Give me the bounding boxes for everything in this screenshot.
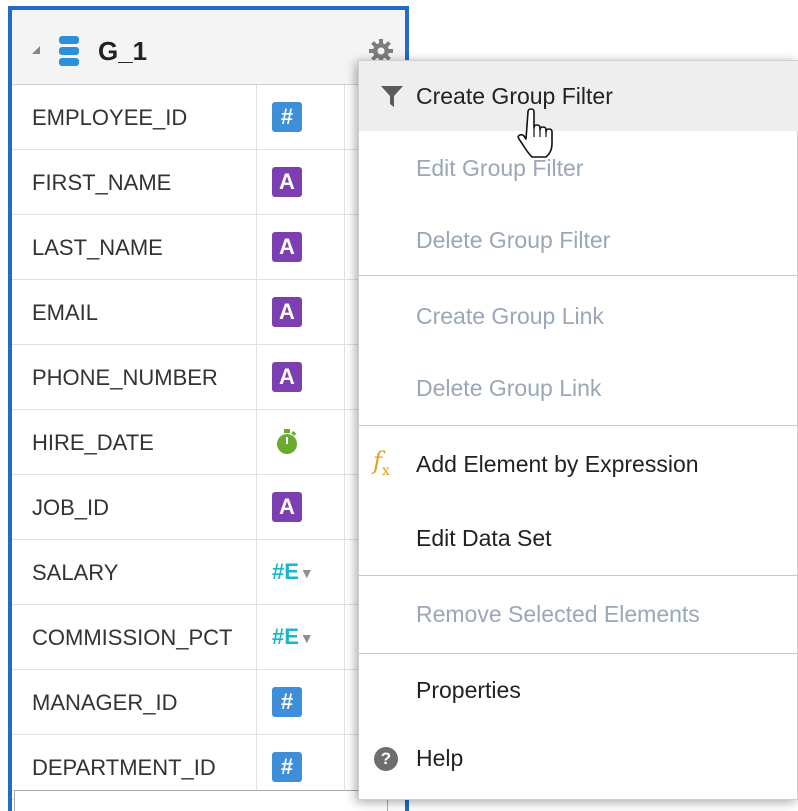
string-type-icon: A xyxy=(272,297,302,327)
element-row[interactable]: JOB_ID A xyxy=(12,475,405,540)
column-divider xyxy=(344,345,345,409)
menu-item-label: Create Group Link xyxy=(416,303,604,329)
menu-item-properties[interactable]: Properties xyxy=(359,655,798,725)
element-row[interactable]: LAST_NAME A xyxy=(12,215,405,280)
dropdown-arrow-icon[interactable]: ▼ xyxy=(300,565,314,581)
group-context-menu: Create Group Filter Edit Group Filter Dele… xyxy=(358,60,798,800)
dropdown-arrow-icon[interactable]: ▼ xyxy=(300,630,314,646)
string-type-icon: A xyxy=(272,167,302,197)
element-name: LAST_NAME xyxy=(32,235,163,260)
string-type-icon: A xyxy=(272,492,302,522)
menu-item-edit-group-filter: Edit Group Filter xyxy=(359,133,798,203)
number-type-icon: # xyxy=(272,687,302,717)
menu-item-label: Delete Group Filter xyxy=(416,227,611,253)
database-icon xyxy=(59,36,79,68)
aggregate-number-icon[interactable]: #E▼ xyxy=(272,622,314,652)
group-title: G_1 xyxy=(98,36,148,66)
menu-item-remove-selected-elements: Remove Selected Elements xyxy=(359,579,798,649)
column-divider xyxy=(256,475,257,539)
hand-cursor-icon xyxy=(517,108,553,158)
column-divider xyxy=(344,215,345,279)
group-header: G_1 xyxy=(12,10,405,85)
element-list: EMPLOYEE_ID # FIRST_NAME A LAST_NAME A EMAIL A P… xyxy=(12,85,405,800)
column-divider xyxy=(256,150,257,214)
element-name: MANAGER_ID xyxy=(32,690,178,715)
column-divider xyxy=(344,150,345,214)
element-row[interactable]: FIRST_NAME A xyxy=(12,150,405,215)
column-divider xyxy=(344,85,345,149)
element-row[interactable]: PHONE_NUMBER A xyxy=(12,345,405,410)
fx-glyph: f xyxy=(373,447,382,475)
menu-item-label: Create Group Filter xyxy=(416,83,613,109)
menu-item-create-group-link: Create Group Link xyxy=(359,281,798,351)
element-name: FIRST_NAME xyxy=(32,170,172,195)
column-divider xyxy=(256,605,257,669)
menu-item-create-group-filter[interactable]: Create Group Filter xyxy=(359,61,798,131)
string-type-icon: A xyxy=(272,232,302,262)
menu-item-label: Delete Group Link xyxy=(416,375,602,401)
menu-separator xyxy=(359,425,798,426)
menu-item-label: Edit Data Set xyxy=(416,525,552,551)
element-row[interactable]: MANAGER_ID # xyxy=(12,670,405,735)
column-divider xyxy=(344,475,345,539)
element-name: JOB_ID xyxy=(32,495,110,520)
menu-item-add-element-by-expression[interactable]: fx Add Element by Expression xyxy=(359,429,798,499)
menu-item-delete-group-link: Delete Group Link xyxy=(359,353,798,423)
element-row[interactable]: EMPLOYEE_ID # xyxy=(12,85,405,150)
column-divider xyxy=(344,540,345,604)
column-divider xyxy=(256,215,257,279)
element-name: PHONE_NUMBER xyxy=(32,365,218,390)
bottom-input-field[interactable] xyxy=(14,790,388,811)
aggregate-glyph: #E xyxy=(272,624,299,649)
element-row[interactable]: HIRE_DATE xyxy=(12,410,405,475)
help-icon: ? xyxy=(374,747,398,771)
menu-separator xyxy=(359,653,798,654)
filter-icon xyxy=(379,83,405,109)
element-row[interactable]: COMMISSION_PCT #E▼ xyxy=(12,605,405,670)
menu-item-label: Add Element by Expression xyxy=(416,451,699,477)
column-divider xyxy=(256,410,257,474)
column-divider xyxy=(344,280,345,344)
menu-item-label: Help xyxy=(416,745,464,771)
column-divider xyxy=(256,540,257,604)
menu-separator xyxy=(359,575,798,576)
element-name: EMAIL xyxy=(32,300,99,325)
fx-icon: fx xyxy=(373,447,399,479)
element-name: HIRE_DATE xyxy=(32,430,154,455)
column-divider xyxy=(256,670,257,734)
menu-item-edit-data-set[interactable]: Edit Data Set xyxy=(359,503,798,573)
column-divider xyxy=(256,280,257,344)
column-divider xyxy=(344,605,345,669)
column-divider xyxy=(256,345,257,409)
menu-item-label: Properties xyxy=(416,677,521,703)
fx-subscript: x xyxy=(381,462,390,479)
menu-separator xyxy=(359,275,798,276)
date-type-icon xyxy=(272,427,302,457)
element-name: EMPLOYEE_ID xyxy=(32,105,188,130)
menu-item-delete-group-filter: Delete Group Filter xyxy=(359,205,798,275)
aggregate-glyph: #E xyxy=(272,559,299,584)
menu-item-help[interactable]: ? Help xyxy=(359,723,798,793)
collapse-triangle-icon[interactable] xyxy=(32,46,40,54)
element-name: COMMISSION_PCT xyxy=(32,625,233,650)
number-type-icon: # xyxy=(272,102,302,132)
aggregate-number-icon[interactable]: #E▼ xyxy=(272,557,314,587)
column-divider xyxy=(256,85,257,149)
element-name: SALARY xyxy=(32,560,119,585)
menu-item-label: Remove Selected Elements xyxy=(416,601,700,627)
element-row[interactable]: SALARY #E▼ xyxy=(12,540,405,605)
string-type-icon: A xyxy=(272,362,302,392)
data-group-panel: G_1 EMPLOYEE_ID # FIRST_NAME A LAST_NAME A EMA… xyxy=(8,6,409,811)
element-name: DEPARTMENT_ID xyxy=(32,755,216,780)
column-divider xyxy=(344,670,345,734)
number-type-icon: # xyxy=(272,752,302,782)
element-row[interactable]: EMAIL A xyxy=(12,280,405,345)
column-divider xyxy=(344,410,345,474)
